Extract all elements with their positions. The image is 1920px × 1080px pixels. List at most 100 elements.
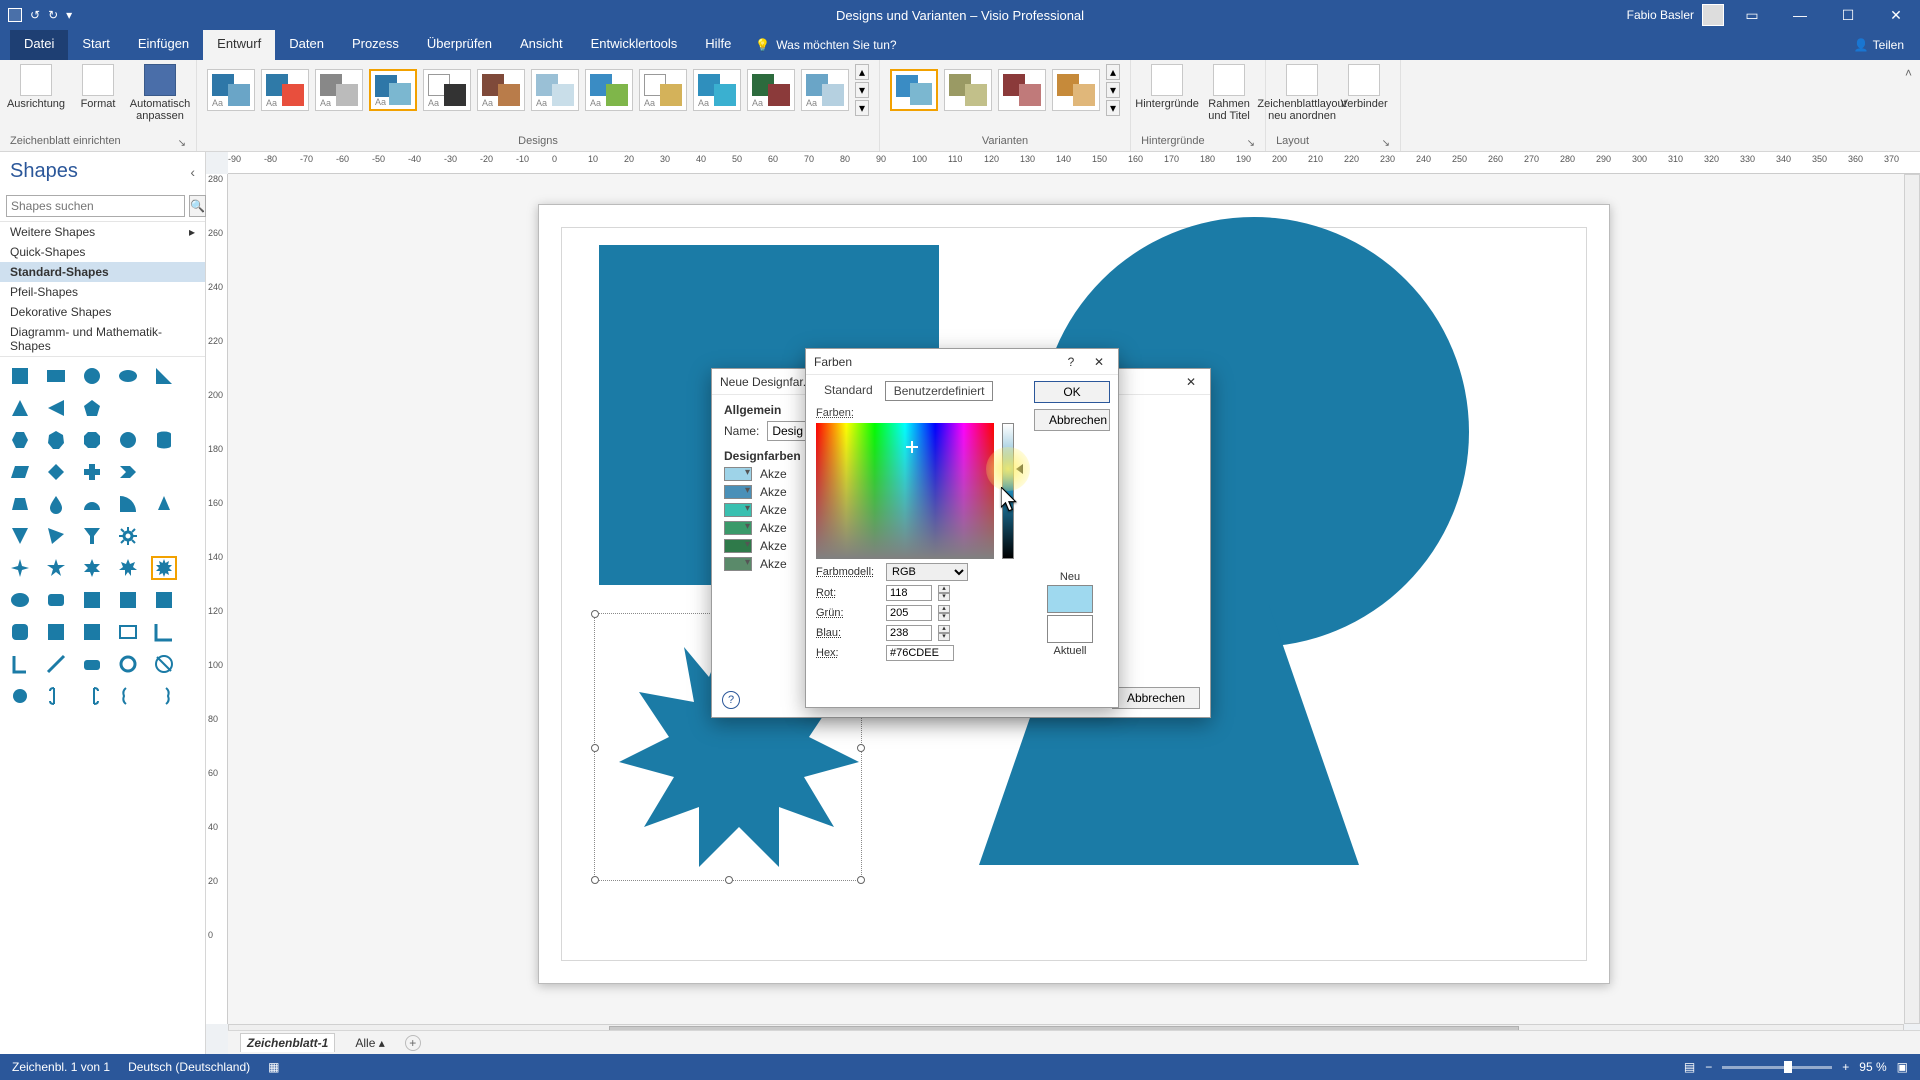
red-up-icon[interactable]: ▴	[938, 585, 950, 593]
cat-pfeil[interactable]: Pfeil-Shapes	[0, 282, 205, 302]
shape-vtri[interactable]	[8, 525, 32, 547]
color-crosshair-icon[interactable]	[906, 441, 918, 453]
shape-funnel[interactable]	[80, 525, 104, 547]
shape-t1[interactable]	[8, 653, 32, 675]
shape-u2[interactable]	[44, 685, 68, 707]
shape-r2[interactable]	[44, 589, 68, 611]
gallery-up-icon[interactable]: ▴	[855, 64, 869, 80]
color-model-select[interactable]: RGB	[886, 563, 968, 581]
status-lang[interactable]: Deutsch (Deutschland)	[128, 1060, 250, 1074]
blue-up-icon[interactable]: ▴	[938, 625, 950, 633]
shape-t2[interactable]	[44, 653, 68, 675]
shape-plus[interactable]	[80, 461, 104, 483]
shape-t4[interactable]	[116, 653, 140, 675]
designs-gallery[interactable]: Aa Aa Aa Aa Aa Aa Aa Aa Aa Aa Aa Aa ▴ ▾ …	[207, 64, 869, 116]
red-down-icon[interactable]: ▾	[938, 593, 950, 601]
tab-datei[interactable]: Datei	[10, 30, 68, 60]
avatar[interactable]	[1702, 4, 1724, 26]
shape-square[interactable]	[8, 365, 32, 387]
tab-ansicht[interactable]: Ansicht	[506, 30, 577, 60]
zoom-out-icon[interactable]: −	[1705, 1060, 1712, 1074]
shapes-search-input[interactable]	[6, 195, 185, 217]
shape-s2[interactable]	[44, 621, 68, 643]
gallery-down-icon[interactable]: ▾	[855, 82, 869, 98]
user-name[interactable]: Fabio Basler	[1627, 8, 1694, 22]
accent3-swatch[interactable]	[724, 503, 752, 517]
cat-standard[interactable]: Standard-Shapes	[0, 262, 205, 282]
tab-hilfe[interactable]: Hilfe	[691, 30, 745, 60]
hintergruende-button[interactable]: Hintergründe	[1141, 64, 1193, 110]
shape-ellipse[interactable]	[116, 365, 140, 387]
tab-entwicklertools[interactable]: Entwicklertools	[577, 30, 692, 60]
undo-icon[interactable]: ↺	[30, 8, 40, 22]
var-more-icon[interactable]: ▾	[1106, 100, 1120, 116]
add-sheet-button[interactable]: +	[405, 1035, 421, 1051]
tab-einfuegen[interactable]: Einfügen	[124, 30, 203, 60]
var-down-icon[interactable]: ▾	[1106, 82, 1120, 98]
hinter-dialog-launcher-icon[interactable]: ↘	[1247, 138, 1255, 149]
shape-ltriangle[interactable]	[44, 397, 68, 419]
shape-s1[interactable]	[8, 621, 32, 643]
shape-drop[interactable]	[44, 493, 68, 515]
tab-entwurf[interactable]: Entwurf	[203, 30, 275, 60]
cat-dekorativ[interactable]: Dekorative Shapes	[0, 302, 205, 322]
shape-u5[interactable]	[152, 685, 176, 707]
auto-anpassen-button[interactable]: Automatisch anpassen	[134, 64, 186, 122]
green-down-icon[interactable]: ▾	[938, 613, 950, 621]
shape-parallelogram[interactable]	[8, 461, 32, 483]
shape-u1[interactable]	[8, 685, 32, 707]
shape-r3[interactable]	[80, 589, 104, 611]
color-field[interactable]	[816, 423, 994, 559]
shape-star5[interactable]	[44, 557, 68, 579]
macro-icon[interactable]: ▦	[268, 1060, 279, 1074]
tab-daten[interactable]: Daten	[275, 30, 338, 60]
shape-rtriangle[interactable]	[152, 365, 176, 387]
search-button[interactable]: 🔍	[189, 195, 206, 217]
cat-quick[interactable]: Quick-Shapes	[0, 242, 205, 262]
cat-weitere[interactable]: Weitere Shapes▸	[0, 222, 205, 242]
help-icon[interactable]: ?	[722, 691, 740, 709]
qat-more-icon[interactable]: ▾	[66, 8, 72, 22]
shape-t3[interactable]	[80, 653, 104, 675]
ribbon-display-icon[interactable]: ▭	[1732, 0, 1772, 30]
zoom-slider[interactable]	[1722, 1066, 1832, 1069]
shape-pentagon[interactable]	[80, 397, 104, 419]
tab-start[interactable]: Start	[68, 30, 123, 60]
shape-decagon[interactable]	[116, 429, 140, 451]
tab-ueberpruefen[interactable]: Überprüfen	[413, 30, 506, 60]
accent5-swatch[interactable]	[724, 539, 752, 553]
luminance-slider[interactable]	[1002, 423, 1014, 559]
shape-starburst[interactable]	[152, 557, 176, 579]
shape-diamond[interactable]	[44, 461, 68, 483]
ausrichtung-button[interactable]: Ausrichtung	[10, 64, 62, 110]
colors-close-icon[interactable]: ✕	[1088, 355, 1110, 369]
shape-cylinder[interactable]	[152, 429, 176, 451]
layout-dialog-launcher-icon[interactable]: ↘	[1382, 138, 1390, 149]
shape-u3[interactable]	[80, 685, 104, 707]
shape-trapezoid[interactable]	[8, 493, 32, 515]
shape-s3[interactable]	[80, 621, 104, 643]
shape-circle[interactable]	[80, 365, 104, 387]
shape-s4[interactable]	[116, 621, 140, 643]
shape-gear-icon[interactable]	[116, 525, 140, 547]
green-input[interactable]	[886, 605, 932, 621]
shape-r5[interactable]	[152, 589, 176, 611]
colors-help-icon[interactable]: ?	[1060, 355, 1082, 369]
vertical-scrollbar[interactable]	[1904, 174, 1920, 1024]
shape-star6[interactable]	[80, 557, 104, 579]
color-abbrechen-button[interactable]: Abbrechen	[1034, 409, 1110, 431]
shapes-collapse-icon[interactable]: ‹	[190, 164, 195, 180]
shape-s5[interactable]	[152, 621, 176, 643]
shape-wing[interactable]	[44, 525, 68, 547]
shape-chevron[interactable]	[116, 461, 140, 483]
color-tab-custom[interactable]: Benutzerdefiniert	[885, 381, 994, 401]
fit-page-icon[interactable]: ▣	[1897, 1060, 1908, 1074]
green-up-icon[interactable]: ▴	[938, 605, 950, 613]
design-close-icon[interactable]: ✕	[1180, 375, 1202, 389]
save-icon[interactable]	[8, 8, 22, 22]
var-up-icon[interactable]: ▴	[1106, 64, 1120, 80]
ribbon-collapse-icon[interactable]: ˄	[1905, 66, 1912, 80]
accent1-swatch[interactable]	[724, 467, 752, 481]
zoom-in-icon[interactable]: +	[1842, 1060, 1849, 1074]
shape-r1[interactable]	[8, 589, 32, 611]
